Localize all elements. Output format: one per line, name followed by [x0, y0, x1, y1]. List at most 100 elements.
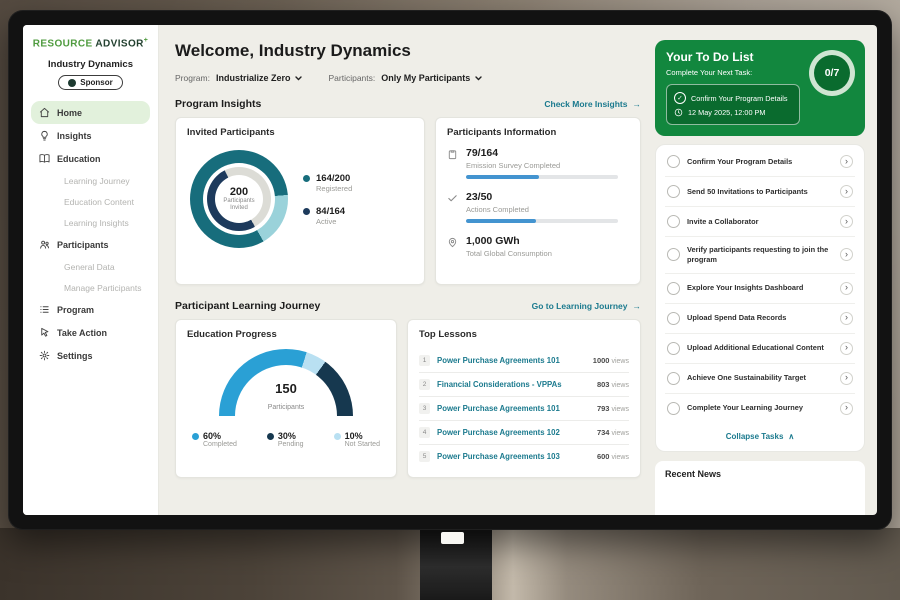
- sidebar-item-label: Education Content: [64, 197, 134, 207]
- card-title: Invited Participants: [187, 127, 413, 138]
- task-checkbox[interactable]: [667, 312, 680, 325]
- lesson-link[interactable]: Power Purchase Agreements 101: [437, 404, 590, 413]
- participants-dropdown[interactable]: Only My Participants: [381, 73, 482, 83]
- sidebar-item-label: Participants: [57, 240, 109, 250]
- lesson-row: 4 Power Purchase Agreements 102 734views: [419, 421, 629, 445]
- sidebar-item-insights[interactable]: Insights: [31, 124, 150, 147]
- chevron-right-icon[interactable]: ›: [840, 372, 853, 385]
- legend-dot: [303, 175, 310, 182]
- todo-task[interactable]: Achieve One Sustainability Target ›: [665, 364, 855, 394]
- sidebar-item-take-action[interactable]: Take Action: [31, 321, 150, 344]
- chevron-right-icon[interactable]: ›: [840, 248, 853, 261]
- sidebar-item-label: Manage Participants: [64, 283, 142, 293]
- lesson-link[interactable]: Financial Considerations - VPPAs: [437, 380, 590, 389]
- sponsor-badge[interactable]: Sponsor: [58, 75, 122, 90]
- chevron-right-icon[interactable]: ›: [840, 342, 853, 355]
- card-title: Top Lessons: [419, 329, 629, 340]
- chevron-right-icon[interactable]: ›: [840, 312, 853, 325]
- chevron-right-icon[interactable]: ›: [840, 402, 853, 415]
- sidebar-item-manage-participants[interactable]: Manage Participants: [31, 277, 150, 298]
- stat-emission-survey: 79/164 Emission Survey Completed: [447, 147, 629, 179]
- card-title: Participants Information: [447, 127, 629, 138]
- next-task-box[interactable]: ✓ Confirm Your Program Details 12 May 20…: [666, 84, 800, 125]
- sidebar-item-general-data[interactable]: General Data: [31, 256, 150, 277]
- legend-dot: [303, 208, 310, 215]
- invited-participants-card: Invited Participants 200 Participants In…: [175, 117, 425, 285]
- monitor-bezel: RESOURCE ADVISOR+ Industry Dynamics Spon…: [8, 10, 892, 530]
- todo-task[interactable]: Verify participants requesting to join t…: [665, 237, 855, 274]
- sidebar-item-settings[interactable]: Settings: [31, 344, 150, 367]
- task-checkbox[interactable]: [667, 372, 680, 385]
- sidebar-item-home[interactable]: Home: [31, 101, 150, 124]
- sidebar-item-education[interactable]: Education: [31, 147, 150, 170]
- sidebar-item-program[interactable]: Program: [31, 298, 150, 321]
- task-checkbox[interactable]: [667, 402, 680, 415]
- chevron-right-icon[interactable]: ›: [840, 185, 853, 198]
- sidebar-item-participants[interactable]: Participants: [31, 233, 150, 256]
- lesson-rank: 5: [419, 451, 430, 462]
- chevron-right-icon[interactable]: ›: [840, 215, 853, 228]
- lesson-link[interactable]: Power Purchase Agreements 103: [437, 452, 590, 461]
- chevron-right-icon[interactable]: ›: [840, 155, 853, 168]
- logo-advisor-text: ADVISOR: [95, 38, 143, 49]
- lesson-views: 734views: [597, 428, 629, 437]
- lesson-rank: 4: [419, 427, 430, 438]
- participants-filter-label: Participants:: [328, 73, 375, 83]
- sidebar-item-label: General Data: [64, 262, 115, 272]
- clipboard-icon: [447, 149, 458, 179]
- sidebar-item-education-content[interactable]: Education Content: [31, 191, 150, 212]
- sidebar-item-learning-insights[interactable]: Learning Insights: [31, 212, 150, 233]
- people-icon: [39, 239, 50, 250]
- lesson-link[interactable]: Power Purchase Agreements 101: [437, 356, 586, 365]
- chevron-right-icon[interactable]: ›: [840, 282, 853, 295]
- todo-task[interactable]: Send 50 Invitations to Participants ›: [665, 177, 855, 207]
- todo-task-list: Confirm Your Program Details › Send 50 I…: [655, 144, 865, 452]
- sidebar-item-learning-journey[interactable]: Learning Journey: [31, 170, 150, 191]
- todo-task[interactable]: Confirm Your Program Details ›: [665, 147, 855, 177]
- lightbulb-icon: [39, 130, 50, 141]
- todo-task[interactable]: Complete Your Learning Journey ›: [665, 394, 855, 423]
- lesson-link[interactable]: Power Purchase Agreements 102: [437, 428, 590, 437]
- program-insights-title: Program Insights: [175, 98, 261, 110]
- stat-actions-completed: 23/50 Actions Completed: [447, 191, 629, 223]
- book-icon: [39, 153, 50, 164]
- lesson-row: 3 Power Purchase Agreements 101 793views: [419, 397, 629, 421]
- learning-journey-title: Participant Learning Journey: [175, 300, 320, 312]
- check-more-insights-link[interactable]: Check More Insights →: [544, 99, 641, 109]
- task-checkbox[interactable]: [667, 155, 680, 168]
- go-to-learning-journey-link[interactable]: Go to Learning Journey →: [532, 301, 641, 311]
- task-checkbox[interactable]: [667, 342, 680, 355]
- collapse-tasks-button[interactable]: Collapse Tasks ∧: [665, 423, 855, 449]
- program-dropdown[interactable]: Industrialize Zero: [216, 73, 303, 83]
- sponsor-label: Sponsor: [80, 78, 112, 87]
- lesson-row: 5 Power Purchase Agreements 103 600views: [419, 445, 629, 468]
- sidebar-item-label: Settings: [57, 351, 93, 361]
- recent-news-header: Recent News: [655, 461, 865, 515]
- task-checkbox[interactable]: [667, 248, 680, 261]
- progress-bar: [466, 175, 618, 179]
- task-checkbox[interactable]: [667, 282, 680, 295]
- lesson-rank: 2: [419, 379, 430, 390]
- todo-header-card: Your To Do List Complete Your Next Task:…: [655, 40, 865, 136]
- todo-task[interactable]: Explore Your Insights Dashboard ›: [665, 274, 855, 304]
- todo-task[interactable]: Upload Spend Data Records ›: [665, 304, 855, 334]
- sidebar-item-label: Insights: [57, 131, 92, 141]
- donut-legend: 164/200 Registered 84/164 Active: [303, 173, 352, 226]
- lesson-views: 1000views: [593, 356, 629, 365]
- todo-task[interactable]: Upload Additional Educational Content ›: [665, 334, 855, 364]
- invited-participants-donut-chart: 200 Participants Invited: [190, 150, 288, 248]
- task-checkbox[interactable]: [667, 185, 680, 198]
- gauge-center-label: 150 Participants: [219, 381, 353, 414]
- legend-item-active: 84/164 Active: [303, 206, 352, 226]
- checkmark-icon: [447, 193, 458, 223]
- education-progress-gauge-chart: 150 Participants: [219, 349, 353, 421]
- sidebar: RESOURCE ADVISOR+ Industry Dynamics Spon…: [23, 25, 159, 515]
- education-progress-card: Education Progress 150 Participants 60: [175, 319, 397, 478]
- lesson-row: 2 Financial Considerations - VPPAs 803vi…: [419, 373, 629, 397]
- donut-center-label: 200 Participants Invited: [215, 175, 263, 223]
- todo-task[interactable]: Invite a Collaborator ›: [665, 207, 855, 237]
- task-checkbox[interactable]: [667, 215, 680, 228]
- dashboard-screen: RESOURCE ADVISOR+ Industry Dynamics Spon…: [23, 25, 877, 515]
- sidebar-item-label: Home: [57, 108, 82, 118]
- todo-progress-ring: 0/7: [809, 50, 855, 96]
